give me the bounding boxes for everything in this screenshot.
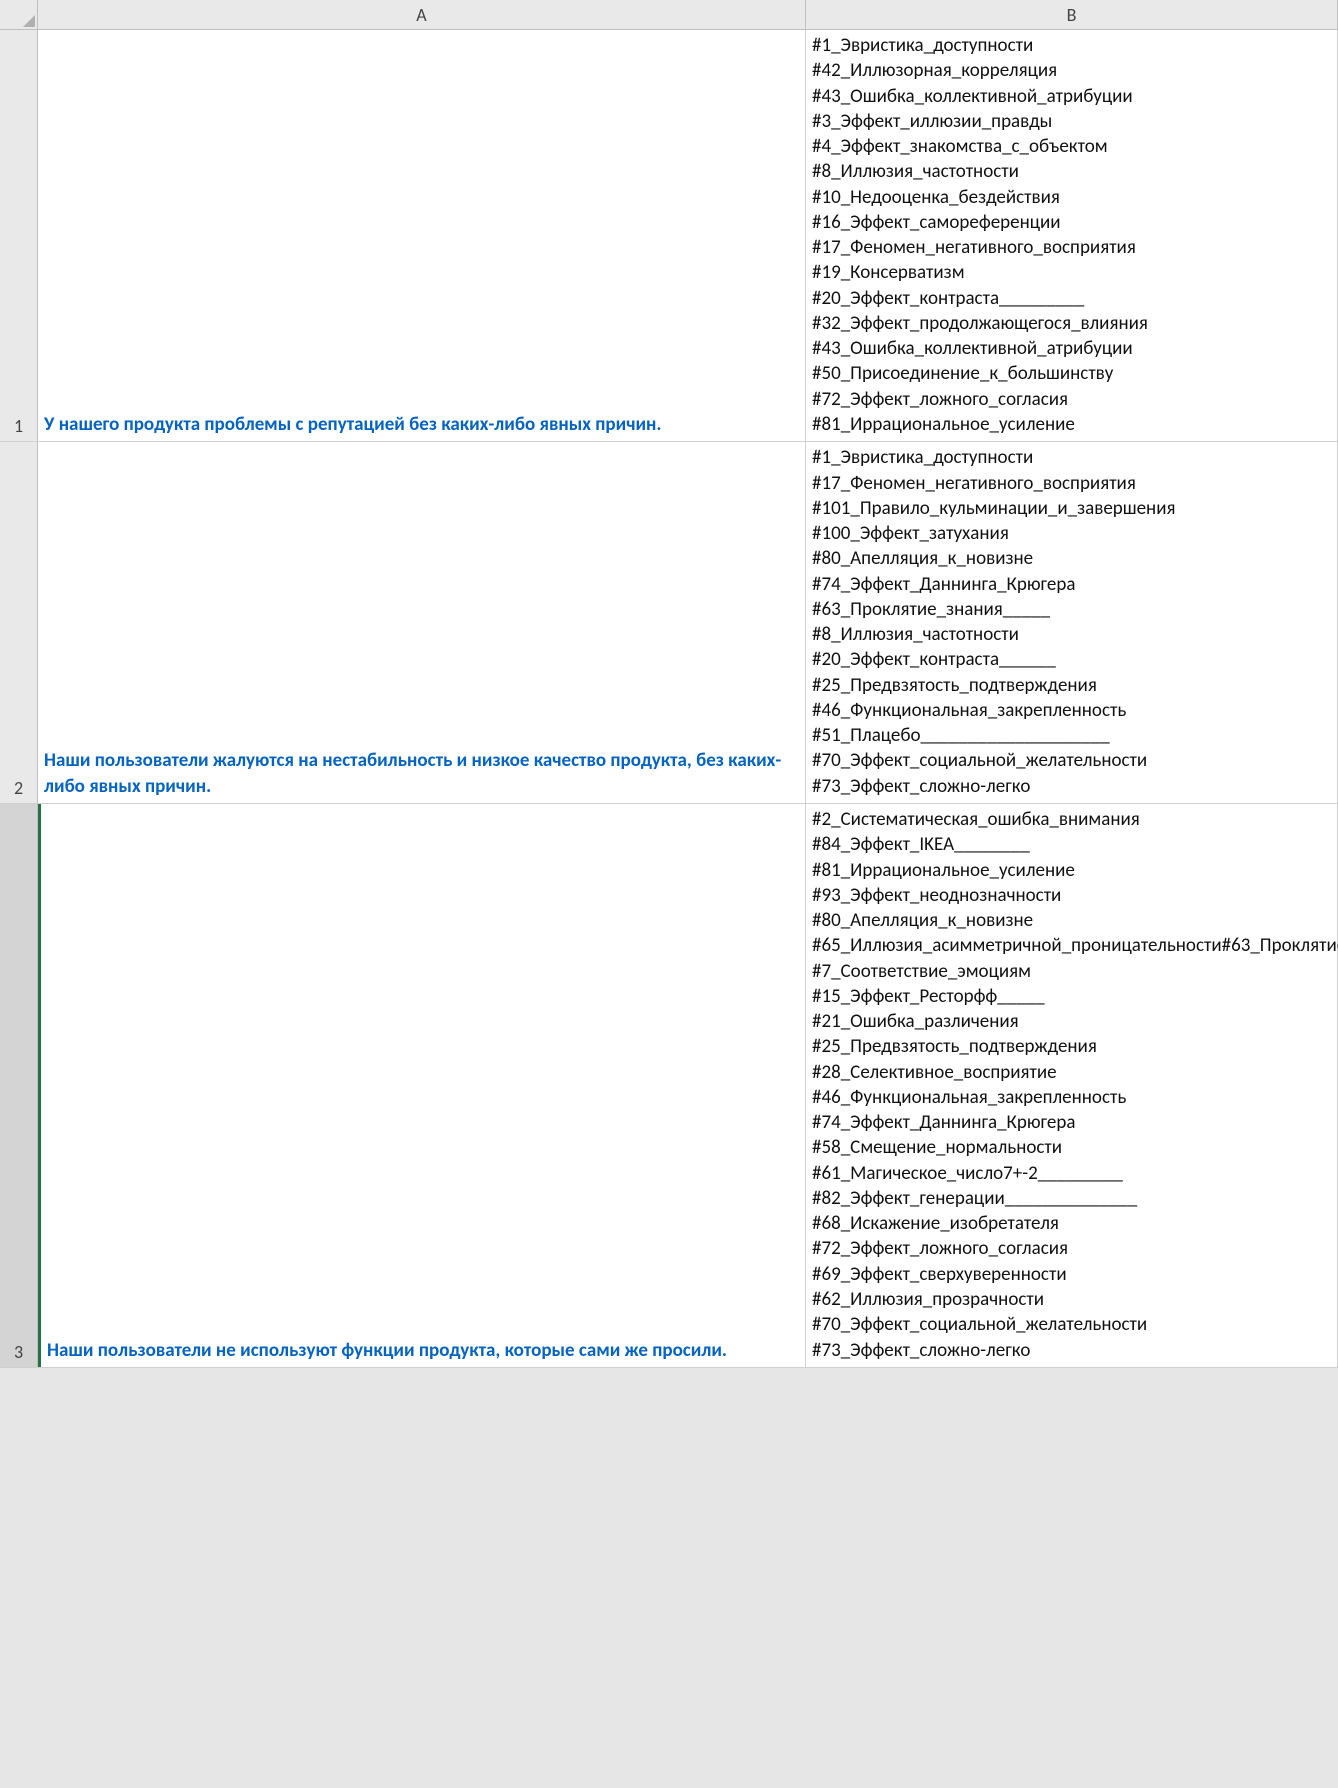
cell-B[interactable]: #1_Эвристика_доступности #42_Иллюзорная_… xyxy=(806,30,1338,441)
cell-A[interactable]: Наши пользователи не используют функции … xyxy=(38,804,806,1367)
column-header-row: A B xyxy=(0,0,1338,30)
rows-container: 1У нашего продукта проблемы с репутацией… xyxy=(0,30,1338,1368)
cell-A-text: Наши пользователи не используют функции … xyxy=(47,1338,727,1363)
cell-A[interactable]: У нашего продукта проблемы с репутацией … xyxy=(38,30,806,441)
table-row: 2Наши пользователи жалуются на нестабиль… xyxy=(0,442,1338,804)
row-header[interactable]: 3 xyxy=(0,804,38,1367)
cell-A-text: Наши пользователи жалуются на нестабильн… xyxy=(44,748,799,799)
spreadsheet-viewport: A B 1У нашего продукта проблемы с репута… xyxy=(0,0,1338,1368)
table-row: 3 Наши пользователи не используют функции… xyxy=(0,804,1338,1368)
row-header[interactable]: 1 xyxy=(0,30,38,441)
cell-B[interactable]: #1_Эвристика_доступности #17_Феномен_нег… xyxy=(806,442,1338,803)
column-header-B[interactable]: B xyxy=(806,0,1338,29)
table-row: 1У нашего продукта проблемы с репутацией… xyxy=(0,30,1338,442)
cell-A-text: У нашего продукта проблемы с репутацией … xyxy=(44,412,661,437)
select-all-corner[interactable] xyxy=(0,0,38,29)
cell-B[interactable]: #2_Систематическая_ошибка_внимания #84_Э… xyxy=(806,804,1338,1367)
row-header[interactable]: 2 xyxy=(0,442,38,803)
select-all-triangle-icon xyxy=(23,15,35,27)
column-header-A[interactable]: A xyxy=(38,0,806,29)
cell-A[interactable]: Наши пользователи жалуются на нестабильн… xyxy=(38,442,806,803)
